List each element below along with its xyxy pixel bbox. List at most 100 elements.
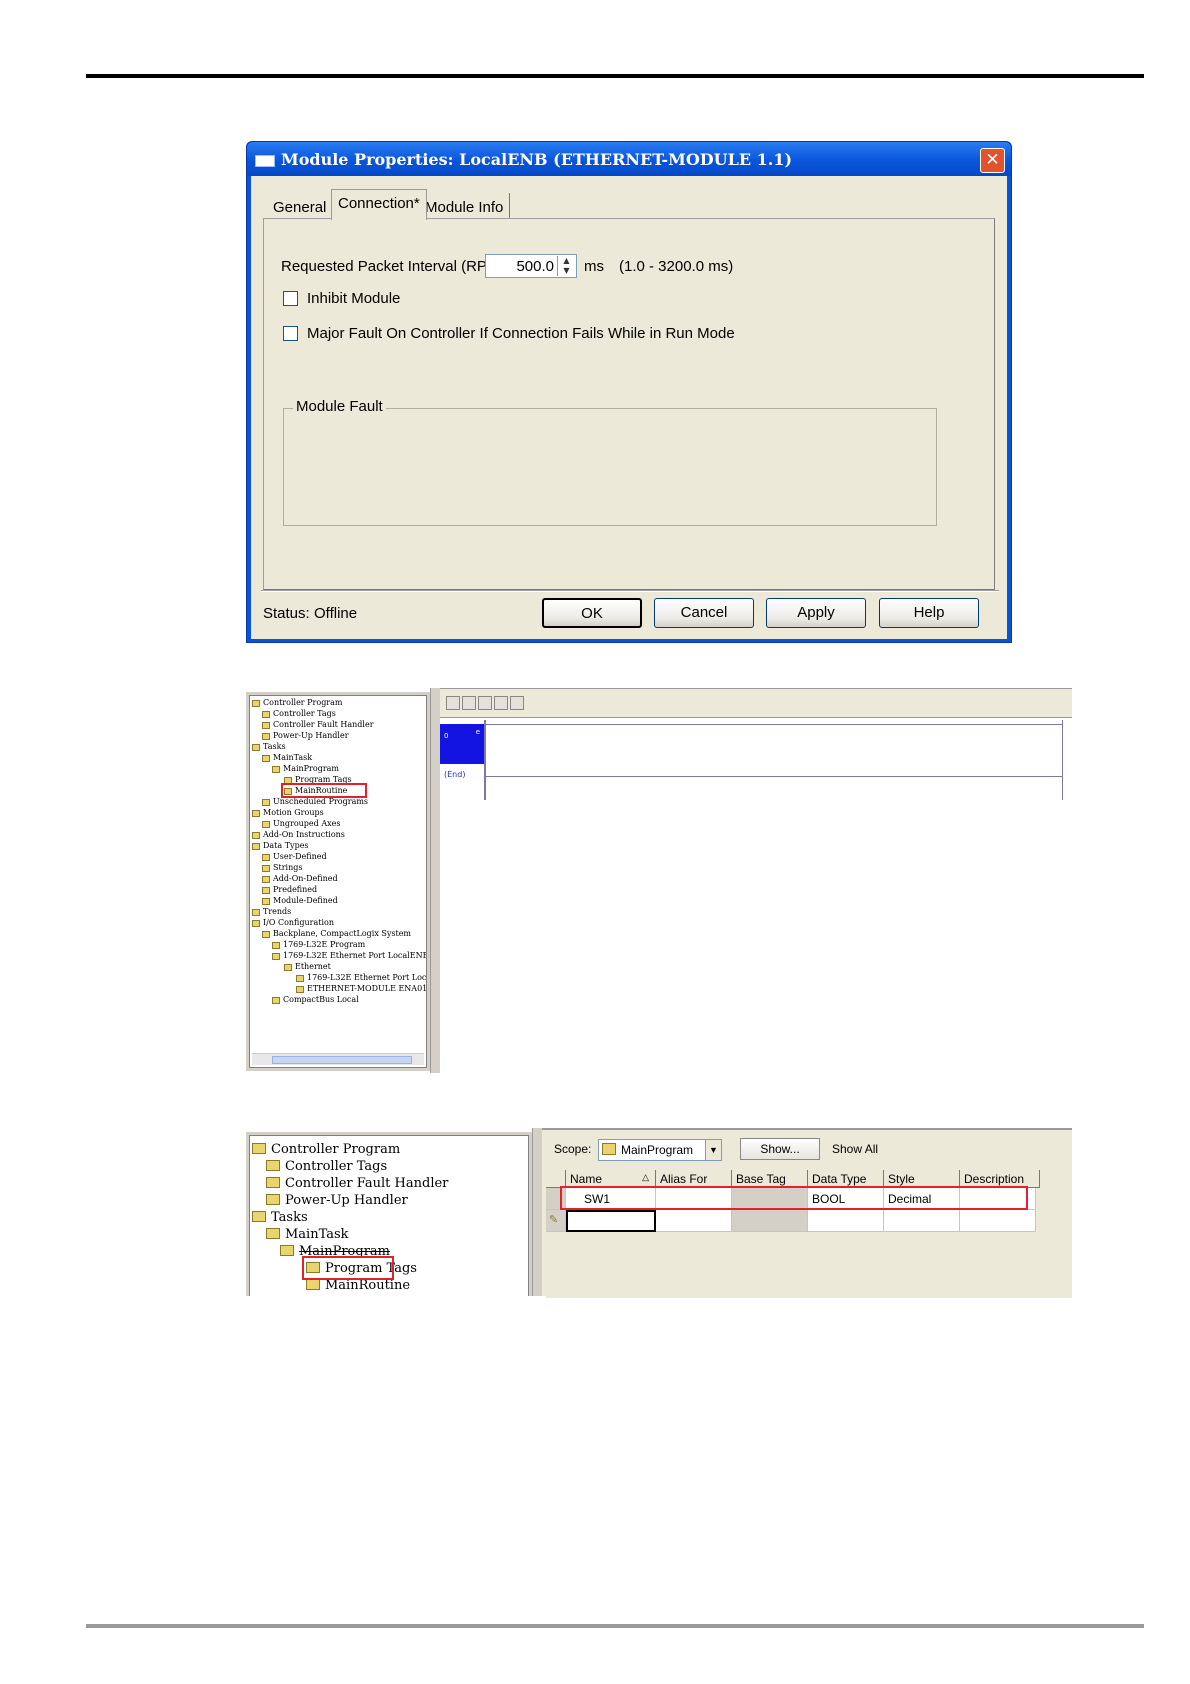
horizontal-scrollbar[interactable]: [252, 1053, 424, 1065]
tree-item[interactable]: User-Defined: [262, 852, 327, 861]
tree-item[interactable]: MainTask: [262, 753, 312, 762]
cell-data-type[interactable]: [808, 1210, 884, 1232]
datatype-icon: [262, 897, 270, 905]
tree-item[interactable]: CompactBus Local: [272, 995, 359, 1004]
tree-item[interactable]: MainRoutine: [306, 1278, 410, 1293]
tree-item[interactable]: Trends: [252, 907, 291, 916]
show-button[interactable]: Show...: [740, 1138, 820, 1160]
datatype-icon: [262, 886, 270, 894]
new-tag-name-input[interactable]: [566, 1210, 656, 1232]
right-power-rail: [1062, 720, 1063, 800]
inhibit-module-checkbox[interactable]: [283, 291, 298, 306]
tree-item[interactable]: Predefined: [262, 885, 317, 894]
rung-tool-icon[interactable]: [446, 696, 460, 710]
tree-item[interactable]: Backplane, CompactLogix System: [262, 929, 411, 938]
ok-button[interactable]: OK: [542, 598, 642, 628]
rpi-unit: ms: [584, 258, 604, 275]
ethernet-port-icon: [296, 974, 304, 982]
rung-0-line: [486, 724, 1062, 725]
controller-icon: [272, 941, 280, 949]
folder-icon: [252, 831, 260, 839]
tree-item[interactable]: Controller Program: [252, 1142, 400, 1157]
close-icon[interactable]: ✕: [980, 148, 1005, 173]
tree-item[interactable]: Add-On Instructions: [252, 830, 345, 839]
cell-style[interactable]: [884, 1210, 960, 1232]
tab-module-info[interactable]: Module Info: [419, 193, 511, 219]
tree-item[interactable]: Controller Fault Handler: [266, 1176, 448, 1191]
module-fault-label: Module Fault: [293, 398, 386, 415]
folder-icon: [266, 1194, 280, 1205]
folder-icon: [252, 743, 260, 751]
tree-item[interactable]: 1769-L32E Ethernet Port LocalENB: [296, 973, 426, 982]
highlight-program-tags: [302, 1256, 394, 1280]
tree-item[interactable]: Controller Tags: [266, 1159, 387, 1174]
tree-item[interactable]: Controller Tags: [262, 709, 336, 718]
controller-organizer: Controller Program Controller Tags Contr…: [246, 692, 430, 1071]
tree-item[interactable]: Tasks: [252, 742, 286, 751]
tab-connection[interactable]: Connection*: [331, 189, 427, 220]
tree-item[interactable]: Ethernet: [284, 962, 331, 971]
tree-item[interactable]: I/O Configuration: [252, 918, 334, 927]
tree-item[interactable]: Controller Program: [252, 698, 343, 707]
datatype-icon: [262, 864, 270, 872]
tree-item[interactable]: 1769-L32E Ethernet Port LocalENB: [272, 951, 426, 960]
rpi-range: (1.0 - 3200.0 ms): [619, 258, 734, 275]
tags-grid: Name △ Alias For Base Tag Data Type Style…: [546, 1170, 1072, 1298]
tree-item[interactable]: Tasks: [252, 1210, 308, 1225]
tree-item[interactable]: ETHERNET-MODULE ENA01EIP: [296, 984, 426, 993]
folder-icon: [262, 721, 270, 729]
folder-icon: [252, 699, 260, 707]
pane-splitter[interactable]: [430, 688, 440, 1073]
module-icon: [296, 985, 304, 993]
contact-tool-icon[interactable]: [494, 696, 508, 710]
end-rung-label: (End): [444, 770, 466, 779]
branch-tool-icon[interactable]: [462, 696, 476, 710]
left-power-rail: [484, 720, 486, 800]
cancel-button[interactable]: Cancel: [654, 598, 754, 628]
dialog-title: Module Properties: LocalENB (ETHERNET-MO…: [281, 150, 793, 169]
dialog-body: General Connection* Module Info Requeste…: [251, 176, 1007, 639]
rung-number: 0: [444, 732, 449, 740]
scrollbar-thumb[interactable]: [272, 1056, 412, 1064]
ladder-view: 0e (End): [440, 688, 1072, 1073]
folder-icon: [252, 919, 260, 927]
apply-button[interactable]: Apply: [766, 598, 866, 628]
coil-tool-icon[interactable]: [510, 696, 524, 710]
tree-item[interactable]: Motion Groups: [252, 808, 324, 817]
inhibit-module-label: Inhibit Module: [307, 290, 401, 307]
rpi-spinner[interactable]: ▲ ▼: [557, 256, 575, 276]
pencil-icon: ✎: [546, 1210, 566, 1232]
tree-item[interactable]: MainProgram: [272, 764, 339, 773]
rung-marks: e: [475, 728, 480, 736]
tree-item[interactable]: MainTask: [266, 1227, 349, 1242]
controller-organizer-zoom: Controller Program Controller Tags Contr…: [246, 1132, 532, 1296]
pane-splitter[interactable]: [532, 1128, 542, 1296]
ethernet-port-icon: [272, 952, 280, 960]
folder-icon: [262, 820, 270, 828]
folder-icon: [262, 798, 270, 806]
dialog-title-bar[interactable]: Module Properties: LocalENB (ETHERNET-MO…: [247, 142, 1011, 176]
major-fault-checkbox[interactable]: [283, 326, 298, 341]
tree-item[interactable]: Power-Up Handler: [262, 731, 349, 740]
cell-alias[interactable]: [656, 1210, 732, 1232]
help-button[interactable]: Help: [879, 598, 979, 628]
tree-item[interactable]: 1769-L32E Program: [272, 940, 365, 949]
tree-item[interactable]: Strings: [262, 863, 302, 872]
tree-item[interactable]: Power-Up Handler: [266, 1193, 408, 1208]
show-all-label: Show All: [832, 1142, 879, 1156]
scope-select[interactable]: MainProgram ▼: [598, 1139, 722, 1161]
tree-item[interactable]: Module-Defined: [262, 896, 338, 905]
chevron-down-icon[interactable]: ▼: [705, 1140, 721, 1160]
rung-0-selected[interactable]: 0e: [440, 724, 484, 764]
tree-item[interactable]: Unscheduled Programs: [262, 797, 368, 806]
status-value: Offline: [314, 605, 358, 622]
cell-base-tag: [732, 1210, 808, 1232]
routine-icon: [306, 1279, 320, 1290]
tree-item[interactable]: Add-On-Defined: [262, 874, 338, 883]
cell-description[interactable]: [960, 1210, 1036, 1232]
tab-general[interactable]: General: [267, 193, 334, 219]
branch-level-icon[interactable]: [478, 696, 492, 710]
tree-item[interactable]: Data Types: [252, 841, 309, 850]
tree-item[interactable]: Ungrouped Axes: [262, 819, 340, 828]
tree-item[interactable]: Controller Fault Handler: [262, 720, 374, 729]
